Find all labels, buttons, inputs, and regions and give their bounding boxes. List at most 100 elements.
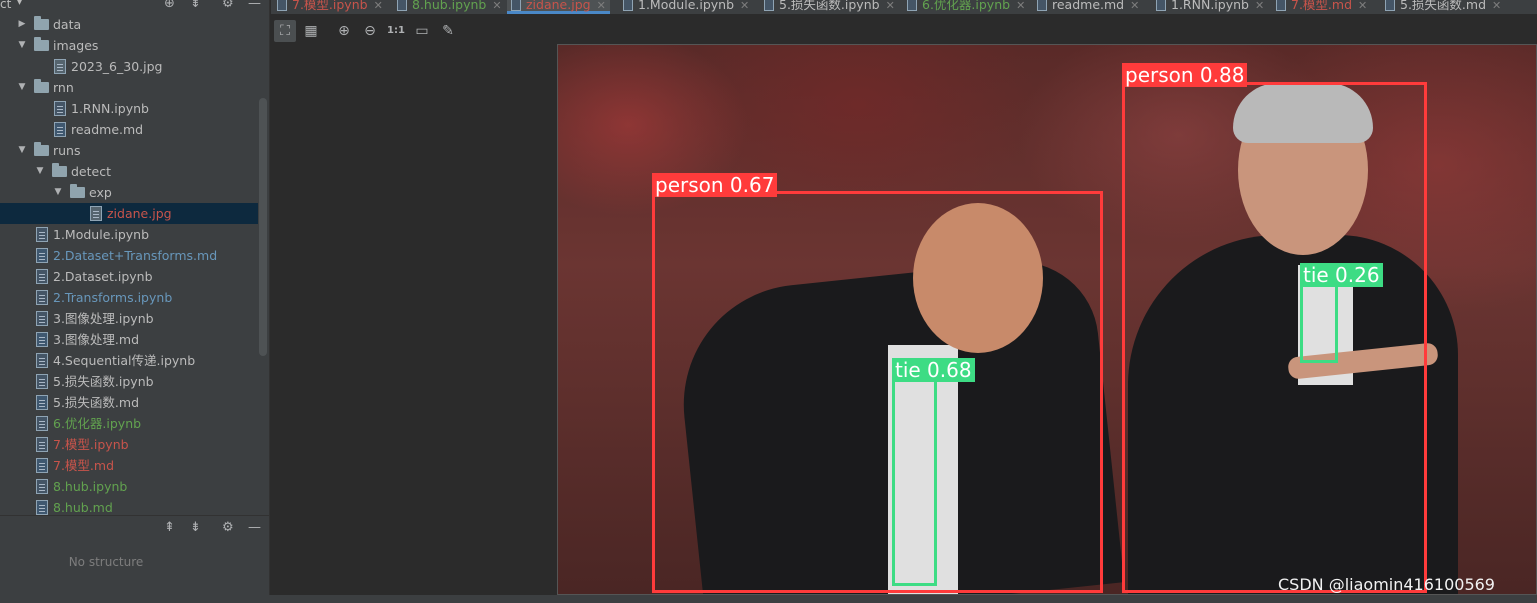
tree-file[interactable]: 3.图像处理.md bbox=[0, 329, 258, 350]
zoom-out-icon[interactable]: ⊖ bbox=[359, 20, 381, 42]
collapse-all-icon[interactable]: ⇟ bbox=[190, 520, 201, 535]
notebook-file-icon bbox=[54, 101, 66, 116]
tree-file[interactable]: 5.损失函数.ipynb bbox=[0, 371, 258, 392]
close-icon[interactable]: ✕ bbox=[374, 0, 383, 12]
detection-label: person 0.88 bbox=[1122, 63, 1248, 87]
tree-file[interactable]: 7.模型.ipynb bbox=[0, 434, 258, 455]
detection-label: tie 0.68 bbox=[892, 358, 975, 382]
project-title[interactable]: ct bbox=[0, 0, 11, 11]
gear-icon[interactable]: ⚙ bbox=[222, 520, 234, 535]
tab-label: 1.Module.ipynb bbox=[638, 0, 735, 12]
chevron-down-icon[interactable]: ▼ bbox=[16, 140, 28, 161]
markdown-file-icon bbox=[36, 248, 48, 263]
chevron-right-icon[interactable]: ▶ bbox=[16, 14, 28, 35]
folder-icon bbox=[34, 79, 49, 93]
editor-tab[interactable]: 5.损失函数.ipynb ✕ bbox=[764, 0, 895, 14]
file-icon bbox=[907, 0, 917, 11]
tree-file[interactable]: 4.Sequential传递.ipynb bbox=[0, 350, 258, 371]
fit-zoom-icon[interactable]: ⛶ bbox=[274, 20, 296, 42]
markdown-file-icon bbox=[36, 332, 48, 347]
expand-all-icon[interactable]: ⇞ bbox=[164, 520, 175, 535]
close-icon[interactable]: ✕ bbox=[492, 0, 501, 12]
editor-tab[interactable]: zidane.jpg ✕ bbox=[507, 0, 610, 14]
chevron-down-icon[interactable]: ▼ bbox=[34, 161, 46, 182]
editor-tab[interactable]: 8.hub.ipynb ✕ bbox=[397, 0, 502, 14]
locate-icon[interactable]: ⊕ bbox=[164, 0, 175, 11]
project-panel: ct ▾ ⊕ ⇟ ⚙ — ▶ data ▼ images 2023_6_30.jpg ▼ r… bbox=[0, 0, 270, 603]
tab-label: readme.md bbox=[1052, 0, 1125, 12]
tree-file[interactable]: 3.图像处理.ipynb bbox=[0, 308, 258, 329]
tree-file[interactable]: 2.Dataset.ipynb bbox=[0, 266, 258, 287]
image-file-icon bbox=[54, 59, 66, 74]
gear-icon[interactable]: ⚙ bbox=[222, 0, 234, 11]
tree-item-label: 8.hub.ipynb bbox=[53, 479, 128, 494]
detection-box-tie bbox=[892, 378, 937, 586]
tree-item-label: 5.损失函数.md bbox=[53, 395, 140, 410]
zoom-in-icon[interactable]: ⊕ bbox=[333, 20, 355, 42]
tree-folder[interactable]: ▼ runs bbox=[0, 140, 258, 161]
editor-tab[interactable]: 7.模型.ipynb ✕ bbox=[277, 0, 383, 14]
folder-icon bbox=[34, 37, 49, 51]
close-icon[interactable]: ✕ bbox=[886, 0, 895, 12]
tree-file[interactable]: 1.Module.ipynb bbox=[0, 224, 258, 245]
chevron-down-icon[interactable]: ▼ bbox=[16, 35, 28, 56]
tree-item-label: 3.图像处理.md bbox=[53, 332, 140, 347]
close-icon[interactable]: ✕ bbox=[1358, 0, 1367, 12]
tree-item-label: 2.Dataset+Transforms.md bbox=[53, 248, 218, 263]
editor-tab[interactable]: 5.损失函数.md ✕ bbox=[1385, 0, 1501, 14]
markdown-file-icon bbox=[54, 122, 66, 137]
tree-file[interactable]: 2.Dataset+Transforms.md bbox=[0, 245, 258, 266]
close-icon[interactable]: ✕ bbox=[1130, 0, 1139, 12]
tree-item-label: images bbox=[53, 38, 99, 53]
collapse-all-icon[interactable]: ⇟ bbox=[190, 0, 201, 11]
close-icon[interactable]: ✕ bbox=[597, 0, 606, 12]
tree-file[interactable]: 6.优化器.ipynb bbox=[0, 413, 258, 434]
tree-file[interactable]: 8.hub.ipynb bbox=[0, 476, 258, 497]
tab-label: 5.损失函数.md bbox=[1400, 0, 1487, 12]
editor-tab[interactable]: 1.RNN.ipynb ✕ bbox=[1156, 0, 1264, 14]
tree-file[interactable]: 7.模型.md bbox=[0, 455, 258, 476]
editor-tab[interactable]: 7.模型.md ✕ bbox=[1276, 0, 1367, 14]
close-icon[interactable]: ✕ bbox=[1016, 0, 1025, 12]
hide-panel-icon[interactable]: — bbox=[248, 520, 261, 535]
close-icon[interactable]: ✕ bbox=[740, 0, 749, 12]
tab-label: 6.优化器.ipynb bbox=[922, 0, 1011, 12]
background-icon[interactable]: ▭ bbox=[411, 20, 433, 42]
chevron-down-icon[interactable]: ▼ bbox=[52, 182, 64, 203]
tab-label: 1.RNN.ipynb bbox=[1171, 0, 1249, 12]
image-viewer[interactable]: person 0.67 tie 0.68 person 0.88 tie 0.2… bbox=[557, 44, 1537, 595]
tree-folder[interactable]: ▼ rnn bbox=[0, 77, 258, 98]
tree-file[interactable]: 2023_6_30.jpg bbox=[0, 56, 258, 77]
chevron-down-icon[interactable]: ▼ bbox=[16, 77, 28, 98]
actual-size-button[interactable]: 1:1 bbox=[385, 20, 407, 42]
tree-item-label: data bbox=[53, 17, 82, 32]
tree-file[interactable]: readme.md bbox=[0, 119, 258, 140]
editor-tab[interactable]: 1.Module.ipynb ✕ bbox=[623, 0, 749, 14]
detection-box-tie bbox=[1300, 283, 1338, 363]
tree-folder[interactable]: ▼ exp bbox=[0, 182, 258, 203]
tree-item-label: 4.Sequential传递.ipynb bbox=[53, 353, 196, 368]
tree-folder[interactable]: ▼ images bbox=[0, 35, 258, 56]
tree-item-label: 6.优化器.ipynb bbox=[53, 416, 142, 431]
tree-file[interactable]: 5.损失函数.md bbox=[0, 392, 258, 413]
grid-icon[interactable]: ▦ bbox=[300, 20, 322, 42]
tree-folder[interactable]: ▶ data bbox=[0, 14, 258, 35]
markdown-file-icon bbox=[36, 458, 48, 473]
chevron-down-icon[interactable]: ▾ bbox=[17, 0, 22, 8]
tree-scrollbar[interactable] bbox=[259, 98, 267, 356]
close-icon[interactable]: ✕ bbox=[1492, 0, 1501, 12]
hide-panel-icon[interactable]: — bbox=[248, 0, 261, 11]
tree-file[interactable]: 2.Transforms.ipynb bbox=[0, 287, 258, 308]
tree-item-label: 3.图像处理.ipynb bbox=[53, 311, 154, 326]
tree-folder[interactable]: ▼ detect bbox=[0, 161, 258, 182]
editor-tab[interactable]: 6.优化器.ipynb ✕ bbox=[907, 0, 1025, 14]
structure-empty-text: No structure bbox=[68, 555, 144, 569]
tree-file[interactable]: zidane.jpg bbox=[0, 203, 258, 224]
tree-file[interactable]: 1.RNN.ipynb bbox=[0, 98, 258, 119]
folder-icon bbox=[52, 163, 67, 177]
editor-tab[interactable]: readme.md ✕ bbox=[1037, 0, 1139, 14]
eyedropper-icon[interactable]: ✎ bbox=[437, 20, 459, 42]
tab-label: 8.hub.ipynb bbox=[412, 0, 487, 12]
detection-label: tie 0.26 bbox=[1300, 263, 1383, 287]
close-icon[interactable]: ✕ bbox=[1255, 0, 1264, 12]
